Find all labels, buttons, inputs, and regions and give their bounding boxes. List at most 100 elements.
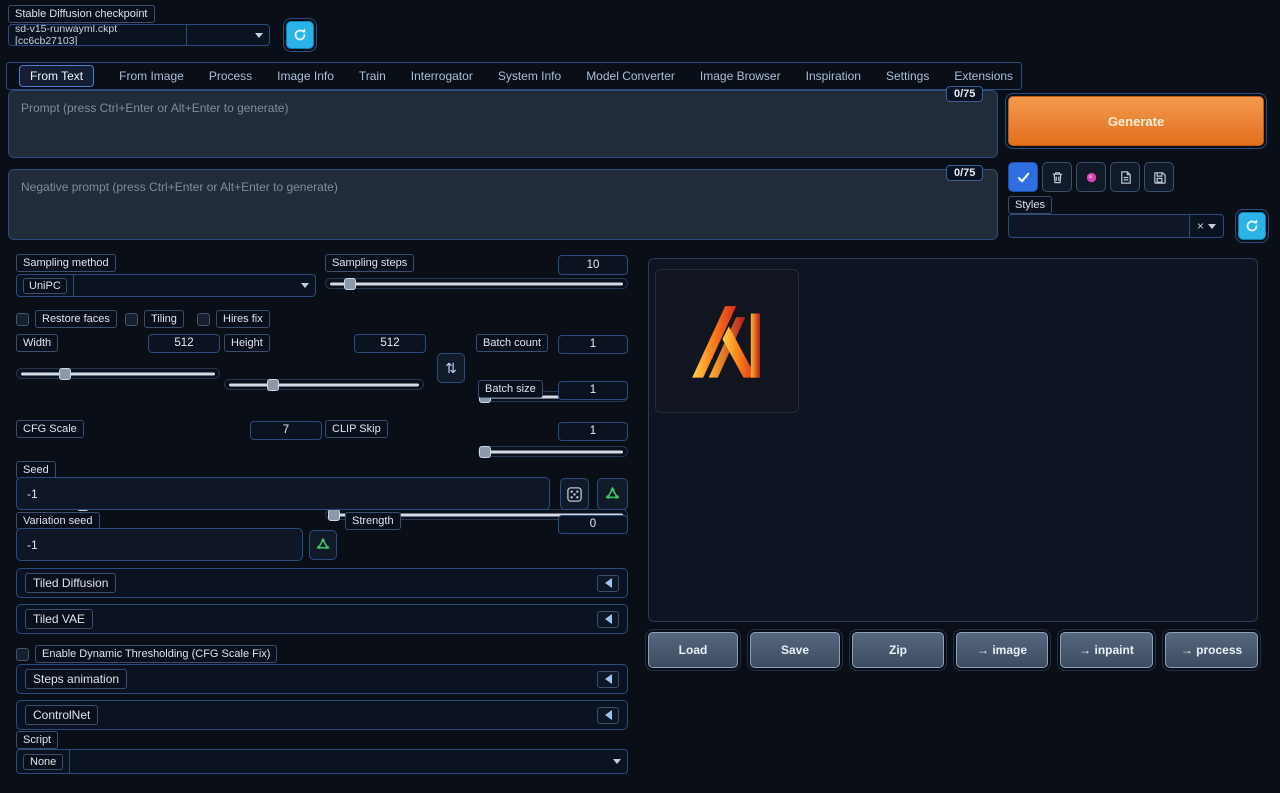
paste-generation-params-button[interactable] [1008,162,1038,192]
sampler-dropdown-arrow-area[interactable] [73,275,315,296]
tab-from-text[interactable]: From Text [19,65,94,87]
restore-faces-checkbox[interactable] [16,313,29,326]
chevron-down-icon [301,283,309,288]
width-slider[interactable] [16,368,220,379]
tiling-option[interactable]: Tiling [125,310,184,328]
reuse-variation-seed-button[interactable] [309,530,337,560]
slider-handle[interactable] [328,509,340,521]
random-seed-button[interactable] [560,478,589,510]
styles-input[interactable] [1008,214,1190,238]
checkmark-icon [1016,170,1031,185]
script-dropdown[interactable]: None [16,749,628,774]
variation-strength-value[interactable] [558,515,628,534]
styles-dropdown-controls[interactable]: × [1190,214,1224,238]
send-to-process-button[interactable]: → process [1165,632,1258,668]
variation-seed-input[interactable] [16,528,303,561]
checkpoint-value: sd-v15-runwayml.ckpt [cc6cb27103] [9,25,186,45]
save-style-button[interactable] [1144,162,1174,192]
refresh-styles-button[interactable] [1238,212,1266,240]
dynamic-thresholding-option[interactable]: Enable Dynamic Thresholding (CFG Scale F… [16,645,277,663]
expand-accordion-button[interactable] [597,707,619,724]
tab-system-info[interactable]: System Info [498,66,561,86]
tab-extensions[interactable]: Extensions [954,66,1013,86]
reuse-seed-button[interactable] [597,478,628,510]
prompt-input[interactable] [8,90,998,158]
cfg-scale-value[interactable] [250,421,322,440]
sampler-dropdown[interactable]: UniPC [16,274,316,297]
tab-settings[interactable]: Settings [886,66,929,86]
clear-icon[interactable]: × [1197,220,1204,232]
tab-interrogator[interactable]: Interrogator [411,66,473,86]
app-logo [672,286,782,396]
tiling-checkbox[interactable] [125,313,138,326]
styles-row: × [1008,212,1266,240]
seed-input[interactable] [16,477,550,510]
tab-inspiration[interactable]: Inspiration [806,66,861,86]
hires-fix-checkbox[interactable] [197,313,210,326]
chevron-left-icon [605,710,612,720]
tab-train[interactable]: Train [359,66,386,86]
expand-accordion-button[interactable] [597,575,619,592]
save-button[interactable]: Save [750,632,840,668]
slider-handle[interactable] [267,379,279,391]
generate-button[interactable]: Generate [1008,96,1264,146]
batch-size-value[interactable] [558,381,628,400]
controlnet-accordion[interactable]: ControlNet [16,700,628,730]
tab-from-image[interactable]: From Image [119,66,184,86]
clip-skip-value[interactable] [558,422,628,441]
swap-axes-icon: ⇅ [445,360,457,377]
clear-prompt-button[interactable] [1042,162,1072,192]
tab-image-browser[interactable]: Image Browser [700,66,781,86]
expand-accordion-button[interactable] [597,671,619,688]
script-dropdown-arrow-area[interactable] [69,750,627,773]
expand-accordion-button[interactable] [597,611,619,628]
trash-icon [1050,170,1065,185]
app-window: Stable Diffusion checkpoint sd-v15-runwa… [0,0,1280,793]
restore-faces-option[interactable]: Restore faces [16,310,117,328]
send-to-inpaint-button[interactable]: → inpaint [1060,632,1153,668]
width-value[interactable] [148,334,220,353]
steps-animation-accordion[interactable]: Steps animation [16,664,628,694]
checkpoint-dropdown-arrow-area[interactable] [186,25,269,45]
checkpoint-dropdown[interactable]: sd-v15-runwayml.ckpt [cc6cb27103] [8,24,270,46]
script-value: None [23,754,63,770]
swap-width-height-button[interactable]: ⇅ [437,353,465,383]
tab-image-info[interactable]: Image Info [277,66,334,86]
negative-prompt-input[interactable] [8,169,998,240]
height-value[interactable] [354,334,426,353]
steps-animation-label: Steps animation [25,669,127,689]
restore-faces-label: Restore faces [35,310,117,328]
extra-networks-button[interactable] [1076,162,1106,192]
zip-button[interactable]: Zip [852,632,944,668]
batch-count-label: Batch count [476,334,548,352]
height-slider[interactable] [224,379,424,390]
tiled-diffusion-accordion[interactable]: Tiled Diffusion [16,568,628,598]
chevron-left-icon [605,614,612,624]
sampling-steps-slider[interactable] [325,278,628,289]
slider-handle[interactable] [344,278,356,290]
tiling-label: Tiling [144,310,184,328]
clip-skip-label: CLIP Skip [325,420,388,438]
apply-style-button[interactable] [1110,162,1140,192]
refresh-checkpoints-button[interactable] [286,21,314,49]
load-button[interactable]: Load [648,632,738,668]
output-image-thumbnail[interactable] [655,269,799,413]
dynamic-thresholding-checkbox[interactable] [16,648,29,661]
document-icon [1118,170,1133,185]
batch-count-value[interactable] [558,335,628,354]
tab-process[interactable]: Process [209,66,252,86]
main-tab-bar: From Text From Image Process Image Info … [6,62,1022,90]
sampling-method-label: Sampling method [16,254,116,272]
tiled-diffusion-label: Tiled Diffusion [25,573,116,593]
slider-handle[interactable] [59,368,71,380]
tiled-vae-accordion[interactable]: Tiled VAE [16,604,628,634]
chevron-down-icon [1208,224,1216,229]
send-to-image-button[interactable]: → image [956,632,1048,668]
tab-model-converter[interactable]: Model Converter [586,66,675,86]
sampling-steps-value[interactable] [558,255,628,275]
hires-fix-option[interactable]: Hires fix [197,310,270,328]
negative-prompt-token-counter: 0/75 [946,165,983,181]
output-gallery-panel [648,258,1258,622]
batch-size-slider[interactable] [478,446,628,457]
slider-handle[interactable] [479,446,491,458]
